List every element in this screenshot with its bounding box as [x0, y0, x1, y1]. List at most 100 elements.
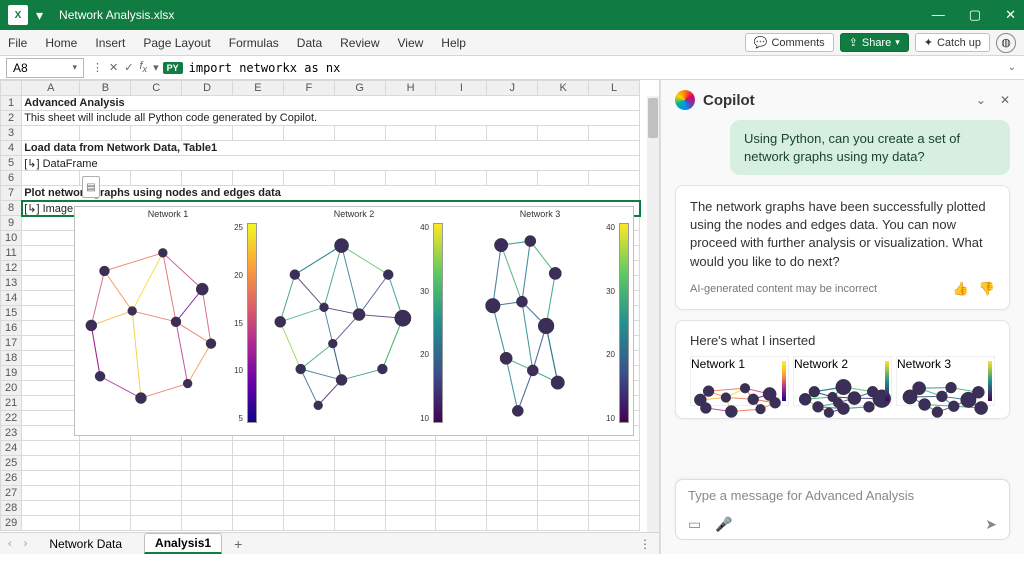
row-header-5[interactable]: 5 [1, 156, 22, 171]
copilot-collapse-icon[interactable]: ⌄ [976, 93, 986, 107]
cell-F29[interactable] [283, 516, 334, 531]
cell-E27[interactable] [233, 486, 284, 501]
thumbs-up-icon[interactable]: 👍 [953, 281, 969, 297]
copilot-close-icon[interactable]: ✕ [1000, 93, 1010, 107]
cancel-formula-icon[interactable]: ✕ [109, 61, 118, 74]
cell-G26[interactable] [334, 471, 385, 486]
cell-A29[interactable] [22, 516, 80, 531]
row-header-7[interactable]: 7 [1, 186, 22, 201]
row-header-20[interactable]: 20 [1, 381, 22, 396]
cell-J29[interactable] [487, 516, 538, 531]
cell-B27[interactable] [80, 486, 131, 501]
cell-A18[interactable] [22, 351, 80, 366]
vertical-scrollbar[interactable] [647, 96, 659, 532]
row-header-13[interactable]: 13 [1, 276, 22, 291]
cell-K6[interactable] [538, 171, 589, 186]
row-header-26[interactable]: 26 [1, 471, 22, 486]
cell-D6[interactable] [182, 171, 233, 186]
cell-I27[interactable] [436, 486, 487, 501]
cell-F28[interactable] [283, 501, 334, 516]
cell-L29[interactable] [589, 516, 640, 531]
row-header-12[interactable]: 12 [1, 261, 22, 276]
insert-data-chip-icon[interactable]: ▤ [82, 176, 100, 198]
fx-icon[interactable]: fx [139, 60, 147, 74]
col-header-I[interactable]: I [436, 81, 487, 96]
cell-E25[interactable] [233, 456, 284, 471]
cell-A11[interactable] [22, 246, 80, 261]
cell-A15[interactable] [22, 306, 80, 321]
cell-C27[interactable] [131, 486, 182, 501]
inserted-preview-2[interactable]: Network 2 [793, 356, 892, 406]
cell-D28[interactable] [182, 501, 233, 516]
cell-C26[interactable] [131, 471, 182, 486]
autosave-dropdown-icon[interactable]: ▾ [36, 7, 43, 24]
cell-I29[interactable] [436, 516, 487, 531]
cell-J26[interactable] [487, 471, 538, 486]
cell-J28[interactable] [487, 501, 538, 516]
inserted-preview-1[interactable]: Network 1 [690, 356, 789, 406]
col-header-F[interactable]: F [283, 81, 334, 96]
row-header-10[interactable]: 10 [1, 231, 22, 246]
cell-D25[interactable] [182, 456, 233, 471]
row-header-24[interactable]: 24 [1, 441, 22, 456]
cell-A6[interactable] [22, 171, 80, 186]
cell-L24[interactable] [589, 441, 640, 456]
cell-J6[interactable] [487, 171, 538, 186]
sheet-tab-networkdata[interactable]: Network Data [39, 535, 132, 553]
row-header-28[interactable]: 28 [1, 501, 22, 516]
cell-F3[interactable] [283, 126, 334, 141]
row-header-16[interactable]: 16 [1, 321, 22, 336]
cell-A1[interactable]: Advanced Analysis [22, 96, 640, 111]
thumbs-down-icon[interactable]: 👎 [979, 281, 995, 297]
cell-B29[interactable] [80, 516, 131, 531]
tab-home[interactable]: Home [45, 36, 77, 50]
cell-K3[interactable] [538, 126, 589, 141]
cell-B26[interactable] [80, 471, 131, 486]
tab-insert[interactable]: Insert [95, 36, 125, 50]
cell-L6[interactable] [589, 171, 640, 186]
cell-F27[interactable] [283, 486, 334, 501]
user-avatar-icon[interactable]: ◍ [996, 33, 1016, 53]
notebook-icon[interactable]: ▭ [688, 516, 701, 533]
col-header-L[interactable]: L [589, 81, 640, 96]
cell-A23[interactable] [22, 426, 80, 441]
python-dropdown-icon[interactable]: ▾ [153, 61, 159, 74]
send-icon[interactable]: ➤ [985, 516, 997, 533]
row-header-19[interactable]: 19 [1, 366, 22, 381]
cell-L3[interactable] [589, 126, 640, 141]
worksheet-grid[interactable]: ABCDEFGHIJKL1Advanced Analysis2This shee… [0, 80, 659, 532]
comments-button[interactable]: 💬Comments [745, 33, 834, 52]
col-header-D[interactable]: D [182, 81, 233, 96]
cell-J24[interactable] [487, 441, 538, 456]
name-box[interactable]: A8 ▾ [6, 58, 84, 78]
col-header-J[interactable]: J [487, 81, 538, 96]
tab-pagelayout[interactable]: Page Layout [143, 36, 210, 50]
cell-K24[interactable] [538, 441, 589, 456]
tab-help[interactable]: Help [441, 36, 466, 50]
chevron-down-icon[interactable]: ▾ [72, 62, 77, 73]
row-header-17[interactable]: 17 [1, 336, 22, 351]
cell-L26[interactable] [589, 471, 640, 486]
copilot-input-box[interactable]: Type a message for Advanced Analysis ▭ 🎤… [675, 479, 1010, 540]
row-header-29[interactable]: 29 [1, 516, 22, 531]
row-header-14[interactable]: 14 [1, 291, 22, 306]
col-header-B[interactable]: B [80, 81, 131, 96]
cell-D24[interactable] [182, 441, 233, 456]
col-header-G[interactable]: G [334, 81, 385, 96]
cell-I25[interactable] [436, 456, 487, 471]
cell-L25[interactable] [589, 456, 640, 471]
row-header-8[interactable]: 8 [1, 201, 22, 216]
cell-E3[interactable] [233, 126, 284, 141]
cell-A21[interactable] [22, 396, 80, 411]
cell-F6[interactable] [283, 171, 334, 186]
cell-C24[interactable] [131, 441, 182, 456]
cell-F25[interactable] [283, 456, 334, 471]
col-header-K[interactable]: K [538, 81, 589, 96]
cell-K26[interactable] [538, 471, 589, 486]
row-header-23[interactable]: 23 [1, 426, 22, 441]
row-header-9[interactable]: 9 [1, 216, 22, 231]
cell-A10[interactable] [22, 231, 80, 246]
cell-A22[interactable] [22, 411, 80, 426]
cell-A3[interactable] [22, 126, 80, 141]
cell-G24[interactable] [334, 441, 385, 456]
